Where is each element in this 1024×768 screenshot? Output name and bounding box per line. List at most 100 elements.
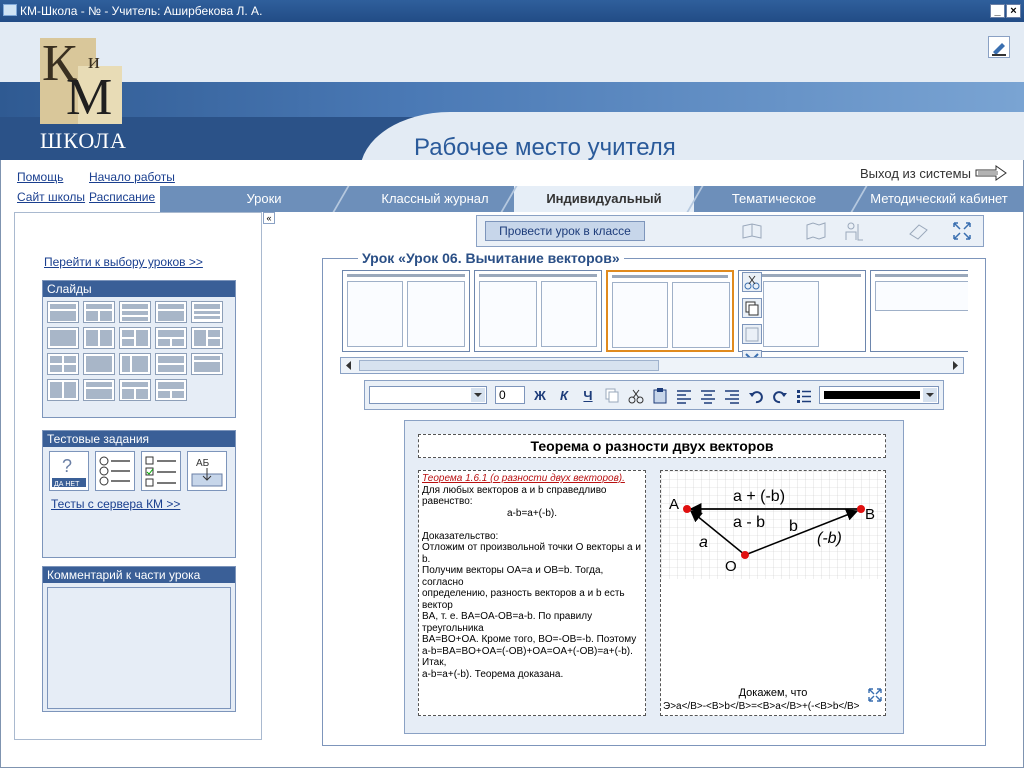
text-line: a-b=a+(-b). xyxy=(506,507,558,519)
copy-icon xyxy=(745,301,759,316)
scissors-icon xyxy=(744,275,760,290)
text-line: Доказательство: xyxy=(422,530,499,542)
copy-icon[interactable] xyxy=(603,387,621,405)
vector-diagram: A B O a + (-b) a - b b (-b) a xyxy=(661,471,885,579)
bold-button[interactable]: Ж xyxy=(531,387,549,405)
align-center-icon[interactable] xyxy=(699,387,717,405)
slide-thumbnail-selected[interactable] xyxy=(606,270,734,352)
paste-icon[interactable] xyxy=(651,387,669,405)
fullscreen-icon[interactable] xyxy=(951,220,973,242)
theorem-heading: Теорема 1.6.1 (о разности двух векторов)… xyxy=(422,473,625,484)
window-title: КМ-Школа - № - Учитель: Аширбекова Л. А. xyxy=(20,4,263,18)
slide-layout[interactable] xyxy=(47,379,79,401)
a-minus-b-label: a - b xyxy=(733,514,765,531)
tab-thematic-planning[interactable]: Тематическое планирование xyxy=(694,186,854,232)
text-line xyxy=(422,519,642,531)
slide-thumbnail[interactable] xyxy=(342,270,470,352)
slides-scrollbar[interactable] xyxy=(340,357,964,374)
bullet-list-icon[interactable] xyxy=(795,387,813,405)
slide-layout[interactable] xyxy=(119,353,151,375)
figure-formula: Э>a</B>-<B>b</B>=<B>a</B>+(-<B>b</B> xyxy=(663,701,860,712)
slide-layout[interactable] xyxy=(155,353,187,375)
conduct-lesson-button[interactable]: Провести урок в классе xyxy=(485,221,645,241)
school-site-link[interactable]: Сайт школы xyxy=(17,190,85,204)
slide-layout[interactable] xyxy=(47,353,79,375)
tests-server-link[interactable]: Тесты с сервера КМ >> xyxy=(51,497,180,511)
logout-arrow-icon[interactable] xyxy=(974,165,1008,181)
slide-figure-block[interactable]: A B O a + (-b) a - b b (-b) a Докажем, ч… xyxy=(660,470,886,716)
slide-layout[interactable] xyxy=(191,327,223,349)
tab-individual-portfolio[interactable]: Индивидуальный портфель xyxy=(514,186,694,232)
slide-layout[interactable] xyxy=(47,327,79,349)
edit-pencil-button[interactable] xyxy=(988,36,1010,58)
book-icon[interactable] xyxy=(741,220,763,242)
yes-no-test-icon[interactable]: ? ДА НЕТ xyxy=(49,451,89,491)
goto-lessons-link[interactable]: Перейти к выбору уроков >> xyxy=(44,255,203,269)
slide-layout[interactable] xyxy=(119,327,151,349)
align-left-icon[interactable] xyxy=(675,387,693,405)
slide-layout[interactable] xyxy=(83,327,115,349)
start-link[interactable]: Начало работы xyxy=(89,170,175,184)
font-size-input[interactable]: 0 xyxy=(495,386,525,404)
copy-slide-button[interactable] xyxy=(742,298,762,318)
point-o-label: O xyxy=(725,558,737,575)
slides-header: Слайды xyxy=(43,281,235,297)
logo-letter-m: М xyxy=(66,69,113,126)
text-line: Для любых векторов a и b справедливо xyxy=(422,484,607,496)
tests-header: Тестовые задания xyxy=(43,431,235,447)
svg-text:ДА НЕТ: ДА НЕТ xyxy=(54,481,80,488)
text-line: равенство: xyxy=(422,496,473,507)
slide-layout[interactable] xyxy=(83,353,115,375)
slide-layout[interactable] xyxy=(83,379,115,401)
slide-thumbnail[interactable] xyxy=(474,270,602,352)
italic-button[interactable]: К xyxy=(555,387,573,405)
slide-layout[interactable] xyxy=(155,327,187,349)
slide-title[interactable]: Теорема о разности двух векторов xyxy=(418,434,886,458)
close-button[interactable]: × xyxy=(1006,4,1021,18)
comment-header: Комментарий к части урока xyxy=(43,567,235,583)
tab-class-journal[interactable]: Классный журнал xyxy=(350,186,520,212)
collapse-panel-button[interactable]: « xyxy=(263,212,275,224)
text-input-test-icon[interactable]: АБ xyxy=(187,451,227,491)
font-family-select[interactable] xyxy=(369,386,487,404)
tab-lessons[interactable]: Уроки xyxy=(190,186,338,212)
slide-layout[interactable] xyxy=(83,301,115,323)
scissors-icon[interactable] xyxy=(627,387,645,405)
underline-button[interactable]: Ч xyxy=(579,387,597,405)
text-line: Отложим от произвольной точки O векторы … xyxy=(422,542,641,565)
map-icon[interactable] xyxy=(805,220,827,242)
text-line: a-b=BA=BO+OA=(-OB)+OA=OA+(-OB)=a+(-b). И… xyxy=(422,645,633,669)
tab-methodical-cabinet[interactable]: Методический кабинет xyxy=(864,186,1014,212)
slide-layout[interactable] xyxy=(191,301,223,323)
scroll-right-icon[interactable] xyxy=(949,360,961,371)
slide-layout[interactable] xyxy=(119,301,151,323)
align-right-icon[interactable] xyxy=(723,387,741,405)
comment-textarea[interactable] xyxy=(47,587,231,709)
teacher-icon[interactable] xyxy=(843,220,865,242)
slide-thumbnail[interactable] xyxy=(870,270,968,352)
text-line: BA, т. е. BA=OA-OB=a-b. По правилу треуг… xyxy=(422,611,593,634)
scroll-left-icon[interactable] xyxy=(343,360,355,371)
eraser-icon[interactable] xyxy=(907,220,929,242)
slide-layout[interactable] xyxy=(47,301,79,323)
redo-icon[interactable] xyxy=(771,387,789,405)
slide-layout[interactable] xyxy=(191,353,223,375)
cut-slide-button[interactable] xyxy=(742,272,762,292)
undo-icon[interactable] xyxy=(747,387,765,405)
slide-layout[interactable] xyxy=(155,301,187,323)
comment-panel: Комментарий к части урока xyxy=(42,566,236,712)
text-color-select[interactable] xyxy=(819,386,939,404)
tests-panel: Тестовые задания ? ДА НЕТ АБ Тесты с серв… xyxy=(42,430,236,558)
scroll-thumb[interactable] xyxy=(359,360,659,371)
checklist-test-icon[interactable] xyxy=(141,451,181,491)
slide-text-block[interactable]: Теорема 1.6.1 (о разности двух векторов)… xyxy=(418,470,646,716)
help-link[interactable]: Помощь xyxy=(17,170,63,184)
schedule-link[interactable]: Расписание xyxy=(89,190,155,204)
logout-link[interactable]: Выход из системы xyxy=(860,166,971,181)
paste-slide-button[interactable] xyxy=(742,324,762,344)
slide-layout[interactable] xyxy=(155,379,187,401)
numbered-list-test-icon[interactable] xyxy=(95,451,135,491)
lesson-toolbar: Провести урок в классе xyxy=(476,215,984,247)
minimize-button[interactable]: _ xyxy=(990,4,1005,18)
slide-layout[interactable] xyxy=(119,379,151,401)
